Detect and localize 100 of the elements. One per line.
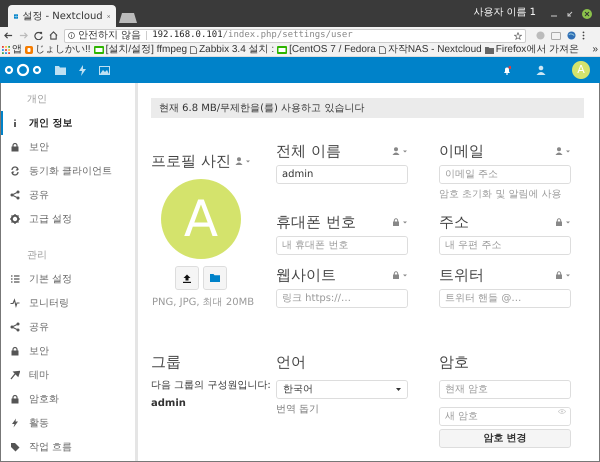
- address-bar[interactable]: 안전하지 않음 192.168.0.101/index.php/settings/user: [64, 28, 526, 42]
- share-icon: [10, 322, 20, 332]
- groups-description: 다음 그룹의 구성원입니다:: [151, 379, 271, 393]
- bookmark-link[interactable]: [설치/설정] ffmpeg: [94, 44, 188, 56]
- security-label: 안전하지 않음: [78, 29, 142, 43]
- lock-icon[interactable]: [555, 271, 571, 279]
- contacts-scope-icon[interactable]: [555, 147, 571, 155]
- caret-icon: [396, 388, 401, 391]
- sidebar-item[interactable]: 개인 정보: [1, 111, 135, 135]
- upload-button[interactable]: [175, 266, 199, 290]
- section-title: 전체 이름: [276, 140, 341, 162]
- close-icon[interactable]: [582, 9, 592, 19]
- input-field[interactable]: admin: [276, 165, 408, 184]
- sidebar-item[interactable]: 보안: [1, 135, 135, 159]
- input-field[interactable]: 링크 https://…: [276, 289, 408, 308]
- contacts-icon[interactable]: [536, 65, 546, 75]
- folder-icon[interactable]: [55, 66, 66, 74]
- lock-icon: [10, 142, 20, 152]
- bell-icon[interactable]: [503, 66, 511, 74]
- blog-icon: [94, 46, 104, 54]
- restore-icon[interactable]: [566, 10, 574, 18]
- settings-icon: [10, 214, 20, 224]
- url-path: /index.php/settings/user: [222, 28, 353, 42]
- globe-icon[interactable]: [567, 31, 576, 40]
- lock-icon[interactable]: [392, 218, 408, 226]
- bookmark-link[interactable]: 자작NAS - Nextcloud: [378, 44, 482, 56]
- lock-icon[interactable]: [392, 271, 408, 279]
- input-field[interactable]: 트위터 핸들 @…: [439, 289, 571, 308]
- sidebar-item[interactable]: 공유: [1, 183, 135, 207]
- tab-title: 설정 - Nextcloud: [22, 10, 103, 24]
- section-title: 언어: [276, 352, 306, 373]
- lock-icon: [10, 394, 20, 404]
- lock-icon[interactable]: [555, 218, 571, 226]
- sidebar-item[interactable]: 테마: [1, 363, 135, 387]
- input-field[interactable]: 내 휴대폰 번호: [276, 236, 408, 255]
- reload-icon[interactable]: [34, 31, 43, 40]
- url-host: 192.168.0.101: [152, 28, 223, 42]
- back-arrow-icon[interactable]: [4, 31, 13, 40]
- bookmark-link[interactable]: Zabbix 3.4 설치 :: [190, 44, 274, 56]
- browser-tab[interactable]: 설정 - Nextcloud: [8, 5, 116, 27]
- share-icon: [10, 190, 20, 200]
- section-title: 주소: [439, 212, 469, 233]
- sidebar-item[interactable]: 공유: [1, 315, 135, 339]
- close-icon[interactable]: [106, 12, 110, 20]
- nextcloud-favicon-icon: [14, 12, 18, 20]
- bookmark-link[interactable]: [CentOS 7 / Fedora: [277, 44, 376, 56]
- sidebar-item[interactable]: 동기화 클라이언트: [1, 159, 135, 183]
- apps-grid-icon: [2, 46, 10, 54]
- input-field[interactable]: 이메일 주소: [439, 165, 571, 184]
- sidebar-item[interactable]: 활동: [1, 411, 135, 435]
- upload-hint: PNG, JPG, 최대 20MB: [151, 296, 251, 310]
- blog-icon: [25, 46, 33, 54]
- user-name: 사용자 이름 1: [473, 6, 536, 20]
- sidebar-item[interactable]: 작업 흐름: [1, 435, 135, 459]
- page-icon: [190, 46, 198, 54]
- sidebar-item[interactable]: 모니터링: [1, 291, 135, 315]
- page-icon: [378, 46, 386, 54]
- section-title: 이메일: [439, 140, 484, 162]
- new-password-field[interactable]: 새 암호: [439, 407, 571, 426]
- section-heading: 관리: [26, 248, 48, 262]
- brush-icon: [10, 370, 20, 380]
- sidebar-item[interactable]: 보안: [1, 339, 135, 363]
- section-title: 웹사이트: [276, 264, 336, 286]
- change-password-button[interactable]: 암호 변경: [439, 429, 571, 448]
- field-hint: 암호 초기화 및 알림에 사용: [439, 188, 563, 202]
- bookmark-link[interactable]: じょしかい!!: [25, 44, 91, 56]
- folder-icon: [484, 46, 494, 54]
- info-icon: [68, 32, 75, 39]
- star-icon[interactable]: [514, 32, 522, 40]
- group-name: admin: [151, 397, 186, 411]
- home-icon[interactable]: [49, 31, 58, 40]
- sidebar-item[interactable]: 기본 설정: [1, 267, 135, 291]
- section-title: 프로필 사진: [151, 150, 231, 172]
- bookmark-link[interactable]: Firefox에서 가져온: [484, 44, 580, 56]
- upload-icon: [183, 274, 191, 282]
- input-field[interactable]: 내 우편 주소: [439, 236, 571, 255]
- bookmark-link[interactable]: 앱: [2, 44, 22, 56]
- current-password-field[interactable]: 현재 암호: [439, 380, 571, 399]
- choose-file-button[interactable]: [203, 266, 227, 290]
- sync-icon: [10, 166, 20, 176]
- sidebar-item[interactable]: 암호화: [1, 387, 135, 411]
- profile-avatar: A: [161, 179, 241, 259]
- more-icon[interactable]: [582, 31, 585, 40]
- storage-usage-bar: 현재 6.8 MB/무제한을(를) 사용하고 있습니다: [151, 98, 584, 118]
- help-translate-link[interactable]: 번역 돕기: [276, 402, 320, 417]
- nextcloud-logo-icon[interactable]: [4, 63, 42, 77]
- lightning-icon[interactable]: [79, 64, 86, 76]
- contacts-scope-icon[interactable]: [392, 147, 408, 155]
- contacts-scope-icon[interactable]: [235, 157, 251, 165]
- section-title: 암호: [439, 352, 469, 373]
- section-title: 트위터: [439, 264, 484, 286]
- section-title: 휴대폰 번호: [276, 212, 356, 233]
- image-icon[interactable]: [99, 66, 110, 74]
- new-tab-icon[interactable]: [119, 13, 137, 23]
- pulse-icon: [10, 298, 20, 308]
- sidebar-item[interactable]: 고급 설정: [1, 207, 135, 231]
- cast-icon[interactable]: [551, 32, 561, 40]
- language-dropdown[interactable]: 한국어: [276, 380, 408, 399]
- section-heading: 개인: [26, 92, 48, 106]
- more-bookmarks-button[interactable]: »: [592, 44, 598, 56]
